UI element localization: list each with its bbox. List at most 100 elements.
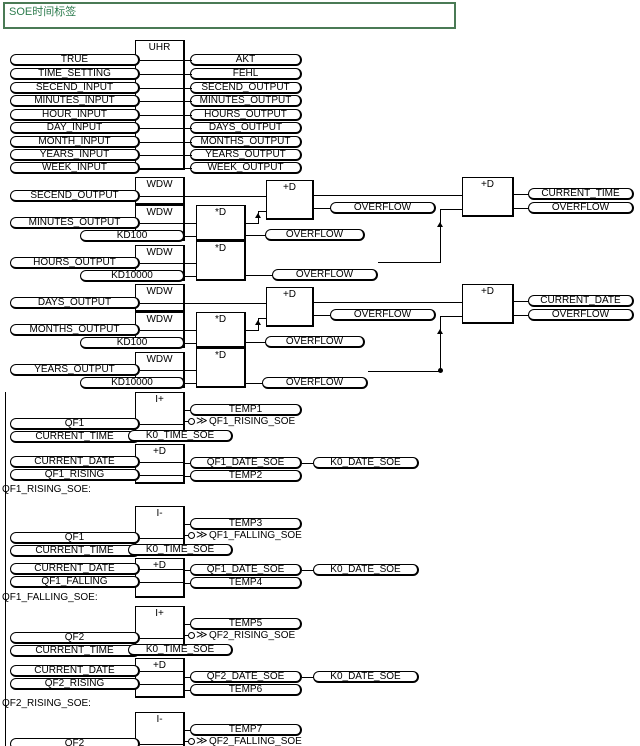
variable-box-months-output[interactable]: MONTHS_OUTPUT xyxy=(190,136,302,148)
variable-box-minutes-output[interactable]: MINUTES_OUTPUT xyxy=(190,95,302,107)
variable-box-overflow-time-1[interactable]: OVERFLOW xyxy=(330,202,436,214)
variable-box-months-output-src[interactable]: MONTHS_OUTPUT xyxy=(10,324,140,336)
variable-box-temp6[interactable]: TEMP6 xyxy=(190,684,302,696)
variable-box-overflow-date-2[interactable]: OVERFLOW xyxy=(265,336,365,348)
variable-box-time-setting[interactable]: TIME_SETTING xyxy=(10,68,140,80)
variable-box-kd10000-date[interactable]: KD10000 xyxy=(80,377,185,389)
variable-box-temp3[interactable]: TEMP3 xyxy=(190,518,302,530)
variable-box-years-output[interactable]: YEARS_OUTPUT xyxy=(190,149,302,161)
variable-box-kd100-date[interactable]: KD100 xyxy=(80,337,185,349)
variable-box-qf1-date-soe-1[interactable]: QF1_DATE_SOE xyxy=(190,457,302,469)
variable-box-days-output[interactable]: DAYS_OUTPUT xyxy=(190,122,302,134)
variable-box-day-input[interactable]: DAY_INPUT xyxy=(10,122,140,134)
wire xyxy=(182,101,192,102)
variable-box-qf2-falling-signal[interactable]: QF2 xyxy=(10,738,140,746)
function-block-mul-d-date-1[interactable]: *D xyxy=(196,312,246,348)
variable-box-second-output[interactable]: SECEND_OUTPUT xyxy=(190,82,302,94)
function-block-add-d-qf2-rising[interactable]: +D xyxy=(135,658,185,698)
variable-box-week-input[interactable]: WEEK_INPUT xyxy=(10,162,140,174)
variable-box-minutes-input[interactable]: MINUTES_INPUT xyxy=(10,95,140,107)
variable-box-current-time-in-2[interactable]: CURRENT_TIME xyxy=(10,545,140,557)
variable-box-current-time-in-1[interactable]: CURRENT_TIME xyxy=(10,431,140,443)
variable-box-true[interactable]: TRUE xyxy=(10,54,140,66)
variable-box-qf1-date-soe-2[interactable]: QF1_DATE_SOE xyxy=(190,564,302,576)
wire xyxy=(185,730,191,731)
function-block-wdw-days[interactable]: WDW xyxy=(135,284,185,312)
function-block-add-d-qf1-falling[interactable]: +D xyxy=(135,558,185,598)
function-block-add-d-time-2[interactable]: +D xyxy=(462,177,514,217)
variable-box-month-input[interactable]: MONTH_INPUT xyxy=(10,136,140,148)
variable-box-temp4[interactable]: TEMP4 xyxy=(190,577,302,589)
variable-box-years-output-src[interactable]: YEARS_OUTPUT xyxy=(10,364,140,376)
function-block-mul-d-time-2[interactable]: *D xyxy=(196,241,246,281)
wire xyxy=(246,383,263,384)
jump-label-qf1-rising-soe[interactable]: QF1_RISING_SOE xyxy=(209,417,295,427)
variable-box-hours-output-src[interactable]: HOURS_OUTPUT xyxy=(10,257,140,269)
variable-box-temp5[interactable]: TEMP5 xyxy=(190,618,302,630)
variable-box-current-date-in-1[interactable]: CURRENT_DATE xyxy=(10,456,140,468)
variable-box-second-output-src[interactable]: SECEND_OUTPUT xyxy=(10,190,140,202)
variable-box-qf1-falling-signal[interactable]: QF1 xyxy=(10,532,140,544)
variable-box-temp1[interactable]: TEMP1 xyxy=(190,404,302,416)
function-block-add-d-label: +D xyxy=(152,660,167,671)
function-block-add-d-qf1-rising[interactable]: +D xyxy=(135,444,185,484)
function-block-mul-d-time-1[interactable]: *D xyxy=(196,205,246,241)
function-block-edge-label: I+ xyxy=(155,394,164,405)
jump-label-qf2-falling-soe[interactable]: QF2_FALLING_SOE xyxy=(209,737,302,746)
variable-box-overflow-time-2[interactable]: OVERFLOW xyxy=(265,229,365,241)
variable-box-kd100-time[interactable]: KD100 xyxy=(80,230,185,242)
variable-box-k0-time-soe-1[interactable]: K0_TIME_SOE xyxy=(128,430,233,442)
function-block-add-d-time-1[interactable]: +D xyxy=(266,180,314,220)
function-block-rising-edge-qf1[interactable]: I+ xyxy=(135,392,185,432)
variable-box-current-date-in-2[interactable]: CURRENT_DATE xyxy=(10,563,140,575)
function-block-mul-d-date-2[interactable]: *D xyxy=(196,348,246,388)
variable-box-years-input[interactable]: YEARS_INPUT xyxy=(10,149,140,161)
negation-circle-icon xyxy=(188,418,195,425)
variable-box-qf2-date-soe[interactable]: QF2_DATE_SOE xyxy=(190,671,302,683)
function-block-add-d-date-1[interactable]: +D xyxy=(266,287,314,327)
variable-box-overflow-date-4[interactable]: OVERFLOW xyxy=(528,309,634,321)
variable-box-qf2-rising-flag[interactable]: QF2_RISING xyxy=(10,678,140,690)
wire xyxy=(368,371,441,372)
variable-box-days-output-src[interactable]: DAYS_OUTPUT xyxy=(10,297,140,309)
variable-box-overflow-time-3[interactable]: OVERFLOW xyxy=(272,269,378,281)
variable-box-qf1-rising-signal[interactable]: QF1 xyxy=(10,418,140,430)
function-block-rising-edge-qf2[interactable]: I+ xyxy=(135,606,185,646)
variable-box-qf1-falling-flag[interactable]: QF1_FALLING xyxy=(10,576,140,588)
function-block-falling-edge-qf2[interactable]: I- xyxy=(135,712,185,746)
function-block-wdw-seconds[interactable]: WDW xyxy=(135,177,185,205)
variable-box-k0-time-soe-3[interactable]: K0_TIME_SOE xyxy=(128,644,233,656)
variable-box-akt[interactable]: AKT xyxy=(190,54,302,66)
wire xyxy=(182,115,192,116)
variable-box-hour-input[interactable]: HOUR_INPUT xyxy=(10,109,140,121)
jump-label-qf2-rising-soe[interactable]: QF2_RISING_SOE xyxy=(209,631,295,641)
variable-box-current-date-in-3[interactable]: CURRENT_DATE xyxy=(10,665,140,677)
variable-box-qf2-rising-signal[interactable]: QF2 xyxy=(10,632,140,644)
variable-box-hours-output[interactable]: HOURS_OUTPUT xyxy=(190,109,302,121)
function-block-falling-edge-qf1[interactable]: I- xyxy=(135,506,185,546)
variable-box-current-time-in-3[interactable]: CURRENT_TIME xyxy=(10,645,140,657)
variable-box-current-time[interactable]: CURRENT_TIME xyxy=(528,188,634,200)
variable-box-overflow-date-3[interactable]: OVERFLOW xyxy=(262,377,368,389)
variable-box-overflow-time-4[interactable]: OVERFLOW xyxy=(528,202,634,214)
jump-label-qf1-falling-soe[interactable]: QF1_FALLING_SOE xyxy=(209,531,302,541)
variable-box-second-input[interactable]: SECEND_INPUT xyxy=(10,82,140,94)
variable-box-kd10000-time[interactable]: KD10000 xyxy=(80,270,185,282)
wire xyxy=(140,196,185,197)
variable-box-minutes-output-src[interactable]: MINUTES_OUTPUT xyxy=(10,217,140,229)
variable-box-k0-time-soe-2[interactable]: K0_TIME_SOE xyxy=(128,544,233,556)
wire xyxy=(182,88,192,89)
variable-box-week-output[interactable]: WEEK_OUTPUT xyxy=(190,162,302,174)
variable-box-fehl[interactable]: FEHL xyxy=(190,68,302,80)
variable-box-k0-date-soe-2[interactable]: K0_DATE_SOE xyxy=(313,564,419,576)
function-block-add-d-date-2[interactable]: +D xyxy=(462,284,514,324)
network-comment-text: SOE时间标签 xyxy=(9,6,77,18)
variable-box-temp7[interactable]: TEMP7 xyxy=(190,724,302,736)
variable-box-k0-date-soe-3[interactable]: K0_DATE_SOE xyxy=(313,671,419,683)
function-block-mul-d-label: *D xyxy=(214,350,227,361)
variable-box-current-date[interactable]: CURRENT_DATE xyxy=(528,295,634,307)
variable-box-overflow-date-1[interactable]: OVERFLOW xyxy=(330,309,436,321)
variable-box-k0-date-soe-1[interactable]: K0_DATE_SOE xyxy=(313,457,419,469)
variable-box-qf1-rising-flag[interactable]: QF1_RISING xyxy=(10,469,140,481)
variable-box-temp2[interactable]: TEMP2 xyxy=(190,470,302,482)
